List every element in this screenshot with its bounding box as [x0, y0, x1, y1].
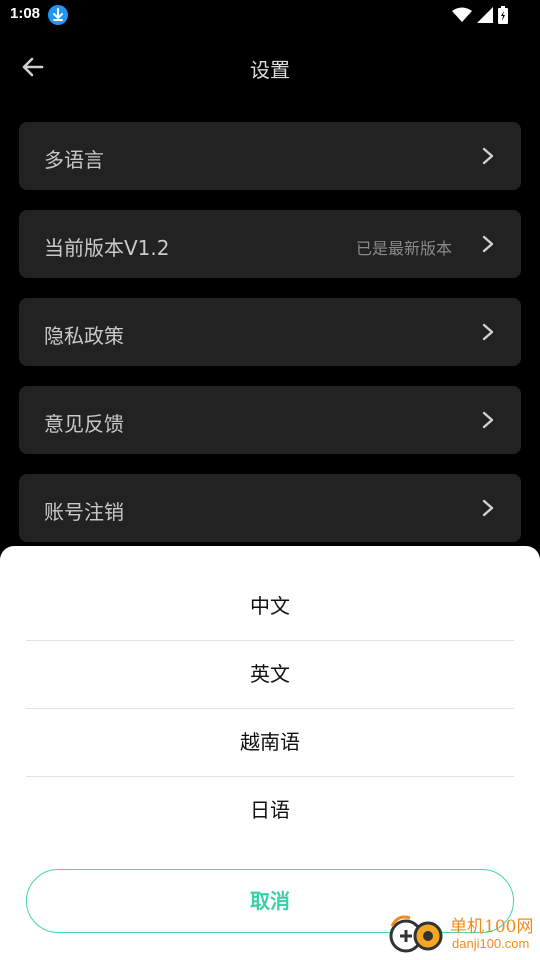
app-header: 设置 [0, 44, 540, 92]
settings-item-label: 隐私政策 [44, 324, 124, 348]
settings-item-label: 当前版本V1.2 [44, 236, 170, 260]
signal-icon [476, 7, 493, 27]
chevron-right-icon [482, 499, 494, 517]
wifi-icon [451, 7, 472, 27]
settings-item-privacy[interactable]: 隐私政策 [19, 298, 521, 366]
language-bottom-sheet: 中文 英文 越南语 日语 取消 单机100网 danji100.com [0, 546, 540, 960]
status-time: 1:08 [10, 5, 41, 22]
settings-item-label: 账号注销 [44, 500, 124, 524]
settings-item-delete-account[interactable]: 账号注销 [19, 474, 521, 542]
version-status: 已是最新版本 [355, 239, 452, 258]
chevron-right-icon [482, 147, 494, 165]
settings-item-label: 意见反馈 [44, 412, 124, 436]
battery-icon [498, 6, 508, 28]
watermark-url: danji100.com [452, 936, 530, 951]
language-option-vietnamese[interactable]: 越南语 [26, 708, 514, 777]
page-title: 设置 [250, 58, 290, 82]
language-option-english[interactable]: 英文 [26, 640, 514, 709]
chevron-right-icon [482, 323, 494, 341]
download-icon [48, 5, 68, 25]
watermark-name: 单机100网 [450, 917, 534, 937]
chevron-right-icon [482, 235, 494, 253]
watermark: 单机100网 danji100.com [388, 908, 538, 958]
language-option-japanese[interactable]: 日语 [26, 776, 514, 844]
watermark-logo-icon [389, 915, 443, 953]
language-option-chinese[interactable]: 中文 [26, 572, 514, 641]
settings-item-feedback[interactable]: 意见反馈 [19, 386, 521, 454]
settings-item-language[interactable]: 多语言 [19, 122, 521, 190]
settings-item-version[interactable]: 当前版本V1.2 已是最新版本 [19, 210, 521, 278]
chevron-right-icon [482, 411, 494, 429]
settings-item-label: 多语言 [44, 148, 104, 172]
status-bar: 1:08 [0, 0, 540, 30]
